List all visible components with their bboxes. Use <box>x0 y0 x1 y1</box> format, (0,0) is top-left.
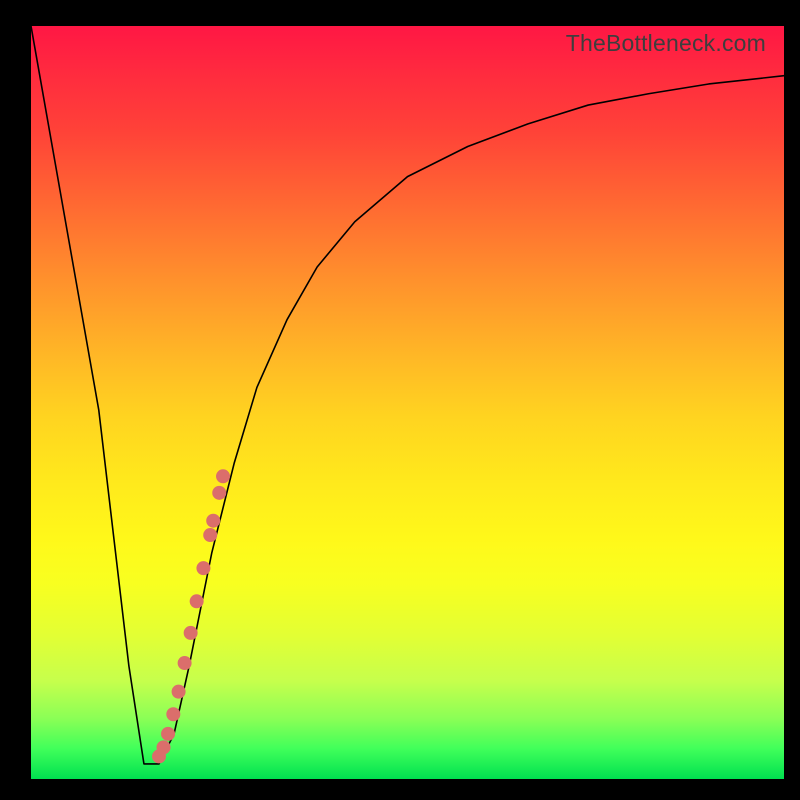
marker-group <box>152 469 230 763</box>
marker-dot <box>203 528 217 542</box>
marker-dot <box>157 740 171 754</box>
plot-area: TheBottleneck.com <box>31 26 784 779</box>
marker-dot <box>161 727 175 741</box>
marker-dot <box>216 469 230 483</box>
chart-frame: TheBottleneck.com <box>0 0 800 800</box>
marker-dot <box>172 685 186 699</box>
bottleneck-curve <box>31 26 784 764</box>
marker-dot <box>190 594 204 608</box>
marker-dot <box>196 561 210 575</box>
marker-dot <box>184 626 198 640</box>
marker-dot <box>178 656 192 670</box>
chart-overlay <box>31 26 784 779</box>
marker-dot <box>212 486 226 500</box>
marker-dot <box>166 707 180 721</box>
marker-dot <box>206 514 220 528</box>
